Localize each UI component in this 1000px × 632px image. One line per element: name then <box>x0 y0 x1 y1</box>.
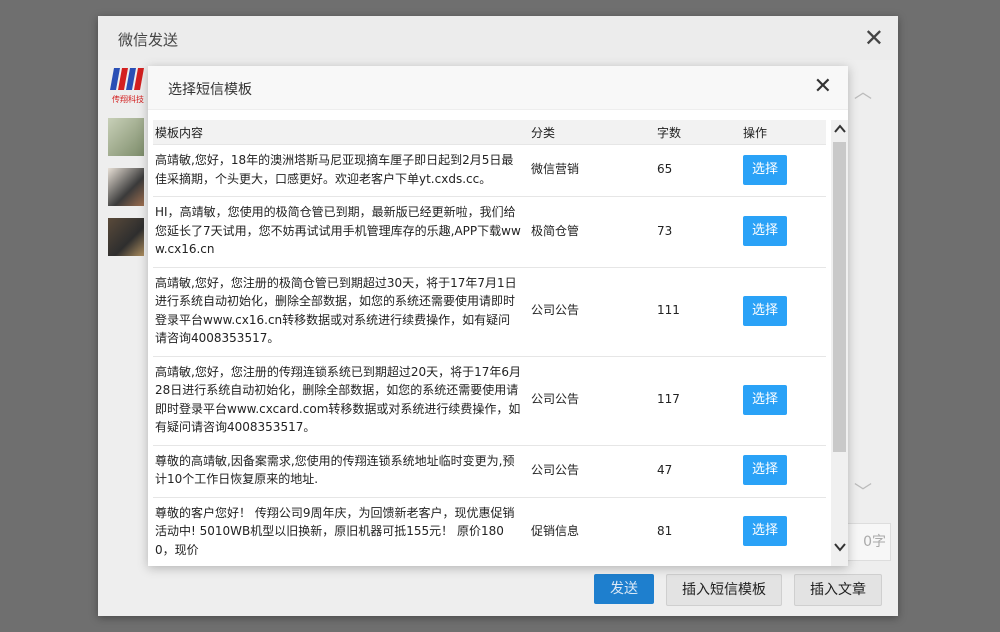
header-action: 操作 <box>741 120 826 145</box>
scrollbar-thumb[interactable] <box>833 142 846 452</box>
article-thumbnail[interactable] <box>108 218 144 256</box>
template-category: 公司公告 <box>529 356 655 446</box>
select-template-button[interactable]: 选择 <box>743 215 787 246</box>
modal-close-icon[interactable]: ✕ <box>814 75 832 99</box>
select-template-button[interactable]: 选择 <box>743 384 787 415</box>
insert-article-button[interactable]: 插入文章 <box>794 574 882 606</box>
template-table-container: 模板内容 分类 字数 操作 高靖敏,您好，18年的澳洲塔斯马尼亚现摘车厘子即日起… <box>153 120 826 566</box>
select-template-button[interactable]: 选择 <box>743 154 787 185</box>
template-content: 高靖敏,您好，您注册的传翔连锁系统已到期超过20天，将于17年6月28日进行系统… <box>153 356 529 446</box>
article-thumbnail[interactable] <box>108 168 144 206</box>
template-count: 81 <box>655 497 741 566</box>
table-row: 高靖敏,您好，您注册的传翔连锁系统已到期超过20天，将于17年6月28日进行系统… <box>153 356 826 446</box>
header-count: 字数 <box>655 120 741 145</box>
template-content: HI，高靖敏，您使用的极简仓管已到期，最新版已经更新啦，我们给您延长了7天试用，… <box>153 196 529 268</box>
template-category: 极简仓管 <box>529 196 655 268</box>
character-count: 0字 <box>843 523 891 561</box>
insert-sms-template-button[interactable]: 插入短信模板 <box>666 574 782 606</box>
table-row: 高靖敏,您好，您注册的极简仓管已到期超过30天，将于17年7月1日进行系统自动初… <box>153 267 826 357</box>
table-header-row: 模板内容 分类 字数 操作 <box>153 120 826 145</box>
scroll-up-icon[interactable] <box>831 122 848 140</box>
template-category: 公司公告 <box>529 445 655 498</box>
select-sms-template-modal: 选择短信模板 ✕ 模板内容 分类 字数 操作 高靖敏,您好，18年的澳洲塔斯马尼… <box>148 66 848 566</box>
template-category: 公司公告 <box>529 267 655 357</box>
template-count: 73 <box>655 196 741 268</box>
template-count: 111 <box>655 267 741 357</box>
template-content: 尊敬的高靖敏,因备案需求,您使用的传翔连锁系统地址临时变更为,预计10个工作日恢… <box>153 445 529 498</box>
svg-text:传翔科技: 传翔科技 <box>112 94 144 104</box>
template-count: 65 <box>655 144 741 197</box>
scroll-down-icon[interactable] <box>831 540 848 558</box>
table-row: 尊敬的高靖敏,因备案需求,您使用的传翔连锁系统地址临时变更为,预计10个工作日恢… <box>153 445 826 498</box>
select-template-button[interactable]: 选择 <box>743 516 787 547</box>
table-row: HI，高靖敏，您使用的极简仓管已到期，最新版已经更新啦，我们给您延长了7天试用，… <box>153 196 826 268</box>
modal-title: 选择短信模板 <box>168 82 252 98</box>
table-row: 高靖敏,您好，18年的澳洲塔斯马尼亚现摘车厘子即日起到2月5日最佳采摘期，个头更… <box>153 144 826 197</box>
template-table: 模板内容 分类 字数 操作 高靖敏,您好，18年的澳洲塔斯马尼亚现摘车厘子即日起… <box>153 120 826 566</box>
send-button[interactable]: 发送 <box>594 574 654 604</box>
select-template-button[interactable]: 选择 <box>743 455 787 485</box>
wechat-send-header: 微信发送 ✕ <box>98 16 898 60</box>
wechat-send-title: 微信发送 <box>118 31 179 49</box>
header-content: 模板内容 <box>153 120 529 145</box>
template-count: 47 <box>655 445 741 498</box>
header-category: 分类 <box>529 120 655 145</box>
template-content: 高靖敏,您好，您注册的极简仓管已到期超过30天，将于17年7月1日进行系统自动初… <box>153 267 529 357</box>
table-row: 尊敬的客户您好！ 传翔公司9周年庆，为回馈新老客户，现优惠促销活动中! 5010… <box>153 497 826 566</box>
company-logo: 传翔科技 <box>108 66 148 106</box>
wechat-send-close-icon[interactable]: ✕ <box>864 24 884 52</box>
chevron-up-icon[interactable]: ︿ <box>854 78 872 104</box>
template-count: 117 <box>655 356 741 446</box>
select-template-button[interactable]: 选择 <box>743 295 787 326</box>
article-thumbnail[interactable] <box>108 118 144 156</box>
table-scrollbar[interactable] <box>831 120 848 566</box>
modal-header: 选择短信模板 ✕ <box>148 66 848 110</box>
template-content: 尊敬的客户您好！ 传翔公司9周年庆，为回馈新老客户，现优惠促销活动中! 5010… <box>153 497 529 566</box>
chevron-down-icon[interactable]: ﹀ <box>854 478 872 504</box>
template-category: 微信营销 <box>529 144 655 197</box>
template-category: 促销信息 <box>529 497 655 566</box>
template-content: 高靖敏,您好，18年的澳洲塔斯马尼亚现摘车厘子即日起到2月5日最佳采摘期，个头更… <box>153 144 529 197</box>
